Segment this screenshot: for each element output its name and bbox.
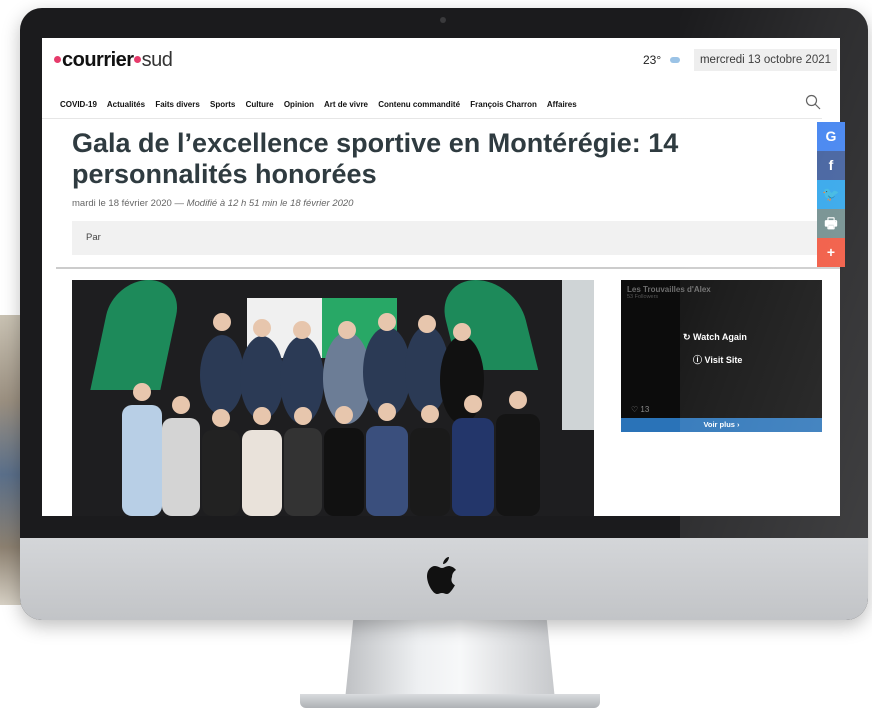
main-nav: COVID-19 Actualités Faits divers Sports … [60,100,585,109]
article-modified: Modifié à 12 h 51 min le 18 février 2020 [186,198,354,209]
video-followers: 53 Followers [627,294,659,300]
nav-item-contenu-commandite[interactable]: Contenu commandité [378,100,460,109]
current-date: mercredi 13 octobre 2021 [694,49,837,71]
nav-item-francois-charron[interactable]: François Charron [470,100,537,109]
video-likes: ♡ 13 [631,405,650,414]
cloud-icon [670,57,680,63]
visit-site-button[interactable]: ⓘ Visit Site [693,353,742,366]
section-divider [56,267,840,269]
nav-item-culture[interactable]: Culture [246,100,274,109]
nav-item-faits-divers[interactable]: Faits divers [155,100,199,109]
apple-logo-icon [427,557,456,594]
author-label: Par [86,232,101,243]
browser-screen: courrier sud 23° mercredi 13 octobre 2021… [42,38,840,516]
replay-icon: ↻ [683,332,694,342]
group-photo-people [122,313,540,516]
print-icon[interactable]: 🖶 [817,209,845,238]
article-meta: mardi le 18 février 2020 — Modifié à 12 … [72,198,354,209]
nav-item-covid[interactable]: COVID-19 [60,100,97,109]
temperature: 23° [643,53,662,67]
article-date: mardi le 18 février 2020 [72,198,172,209]
google-icon[interactable]: G [817,122,845,151]
nav-divider [42,118,822,119]
video-channel[interactable]: Les Trouvailles d'Alex [627,285,711,294]
plus-icon[interactable]: + [817,238,845,267]
camera [440,17,446,23]
watch-again-button[interactable]: ↻ Watch Again [683,332,747,343]
monitor-stand [345,618,555,700]
article-title: Gala de l’excellence sportive en Montéré… [72,128,679,189]
nav-item-art-de-vivre[interactable]: Art de vivre [324,100,368,109]
search-icon[interactable] [805,94,821,110]
see-more-button[interactable]: Voir plus › [621,418,822,432]
author-box: Par [72,221,832,255]
nav-item-affaires[interactable]: Affaires [547,100,577,109]
heart-icon: ♡ [631,405,641,414]
nav-item-sports[interactable]: Sports [210,100,235,109]
article-photo [72,280,594,516]
imac-monitor: courrier sud 23° mercredi 13 octobre 2021… [20,8,868,620]
nav-item-opinion[interactable]: Opinion [284,100,314,109]
facebook-icon[interactable]: f [817,151,845,180]
info-icon: ⓘ [693,355,705,365]
twitter-icon[interactable]: 🐦 [817,180,845,209]
video-widget[interactable]: Les Trouvailles d'Alex 53 Followers ↻ Wa… [621,280,822,432]
share-bar: G f 🐦 🖶 + [817,122,845,267]
nav-item-actualites[interactable]: Actualités [107,100,145,109]
monitor-stand-base [300,694,600,708]
site-logo[interactable]: courrier sud [54,49,173,72]
